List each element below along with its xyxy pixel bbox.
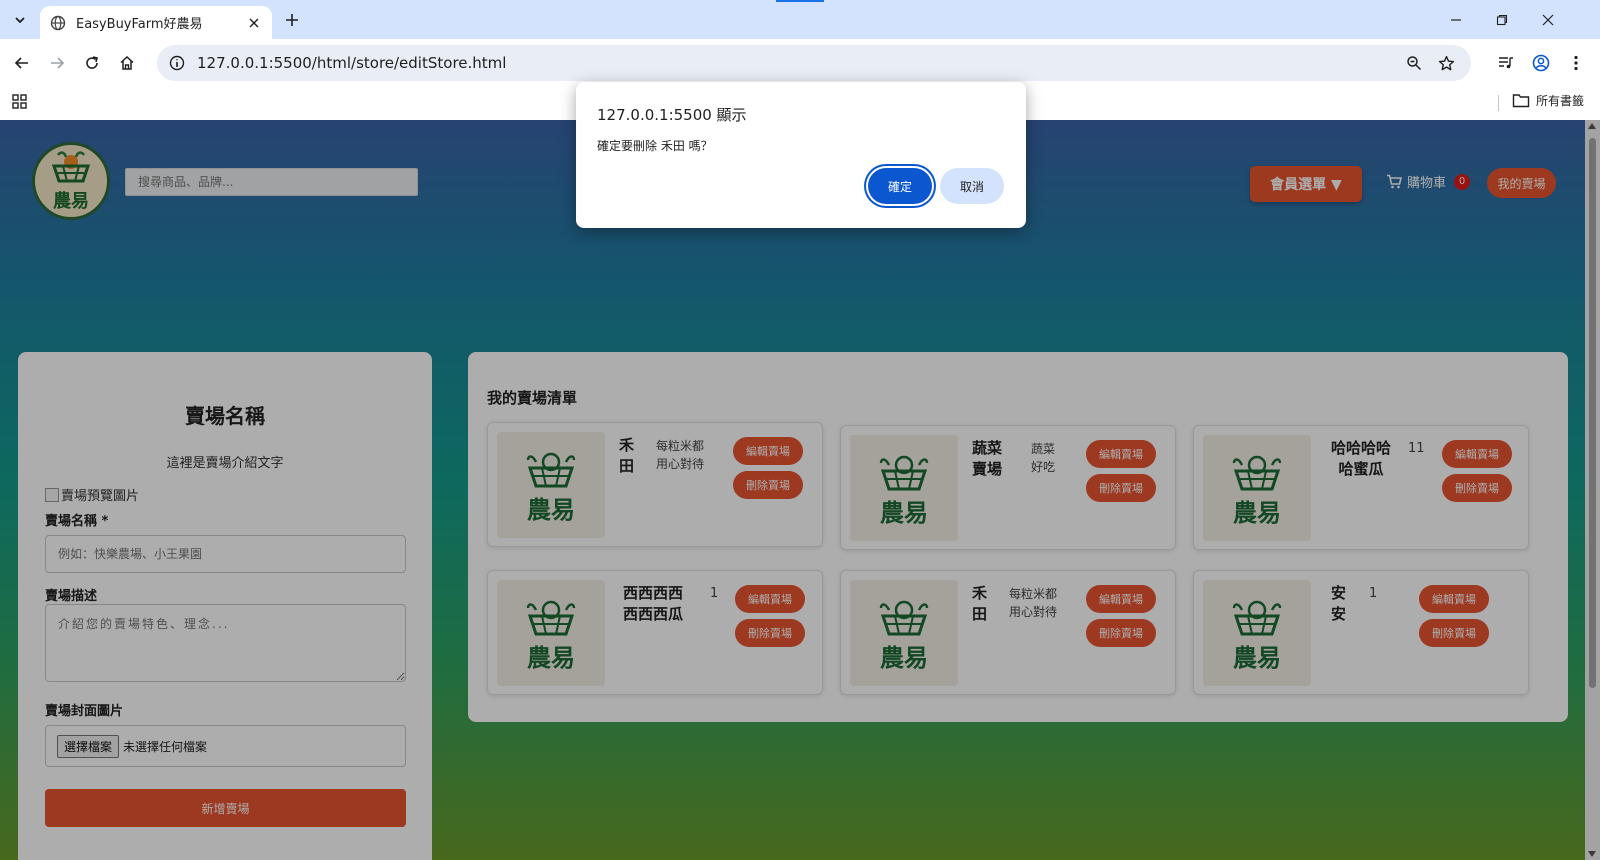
dialog-title: 127.0.0.1:5500 顯示 — [597, 106, 747, 124]
browser-toolbar: 127.0.0.1:5500/html/store/editStore.html — [0, 39, 1600, 86]
reload-button[interactable] — [79, 50, 105, 76]
bookmark-star-button[interactable] — [1433, 50, 1459, 76]
home-icon — [120, 55, 134, 70]
more-vert-icon — [1574, 55, 1578, 71]
star-icon — [1438, 55, 1454, 70]
zoom-icon — [1407, 56, 1422, 71]
restore-button[interactable] — [1488, 6, 1516, 34]
queue-music-icon — [1499, 57, 1513, 69]
minimize-button[interactable] — [1442, 6, 1470, 34]
forward-button[interactable] — [44, 50, 70, 76]
cancel-button[interactable]: 取消 — [940, 168, 1004, 204]
bookmarks-divider — [1498, 95, 1499, 111]
close-icon — [1542, 14, 1554, 26]
chrome-menu-button[interactable] — [1563, 50, 1589, 76]
url-text[interactable]: 127.0.0.1:5500/html/store/editStore.html — [197, 54, 1401, 72]
reload-icon — [86, 56, 98, 69]
all-bookmarks-label: 所有書籤 — [1536, 94, 1585, 108]
account-icon — [1532, 54, 1550, 72]
tab-search-button[interactable] — [8, 8, 32, 32]
browser-tab[interactable]: EasyBuyFarm好農易 — [40, 6, 272, 39]
info-icon[interactable] — [169, 55, 185, 71]
minimize-icon — [1451, 19, 1461, 21]
address-bar[interactable]: 127.0.0.1:5500/html/store/editStore.html — [157, 45, 1471, 81]
zoom-button[interactable] — [1401, 50, 1427, 76]
globe-icon — [50, 15, 66, 30]
media-control-button[interactable] — [1493, 50, 1519, 76]
tab-title: EasyBuyFarm好農易 — [76, 17, 203, 32]
confirm-dialog: 127.0.0.1:5500 顯示 確定要刪除 禾田 嗎？ 確定 取消 — [576, 82, 1026, 228]
tabbar-accent — [776, 0, 824, 2]
apps-grid-icon[interactable] — [11, 93, 29, 111]
tab-close-button[interactable] — [246, 15, 262, 31]
dialog-overlay — [0, 120, 1600, 860]
browser-tab-bar: EasyBuyFarm好農易 — [0, 0, 1600, 39]
arrow-right-icon — [51, 57, 65, 69]
all-bookmarks-button[interactable]: 所有書籤 — [1512, 92, 1584, 109]
close-icon — [249, 18, 259, 27]
plus-icon — [286, 14, 298, 26]
new-tab-button[interactable] — [280, 8, 304, 32]
arrow-left-icon — [14, 57, 28, 69]
restore-icon — [1496, 14, 1508, 26]
folder-icon — [1512, 94, 1530, 108]
confirm-button[interactable]: 確定 — [868, 168, 932, 204]
back-button[interactable] — [9, 50, 35, 76]
dialog-message: 確定要刪除 禾田 嗎？ — [597, 139, 713, 153]
profile-button[interactable] — [1528, 50, 1554, 76]
close-window-button[interactable] — [1534, 6, 1562, 34]
chevron-down-icon — [15, 17, 25, 24]
home-button[interactable] — [114, 50, 140, 76]
